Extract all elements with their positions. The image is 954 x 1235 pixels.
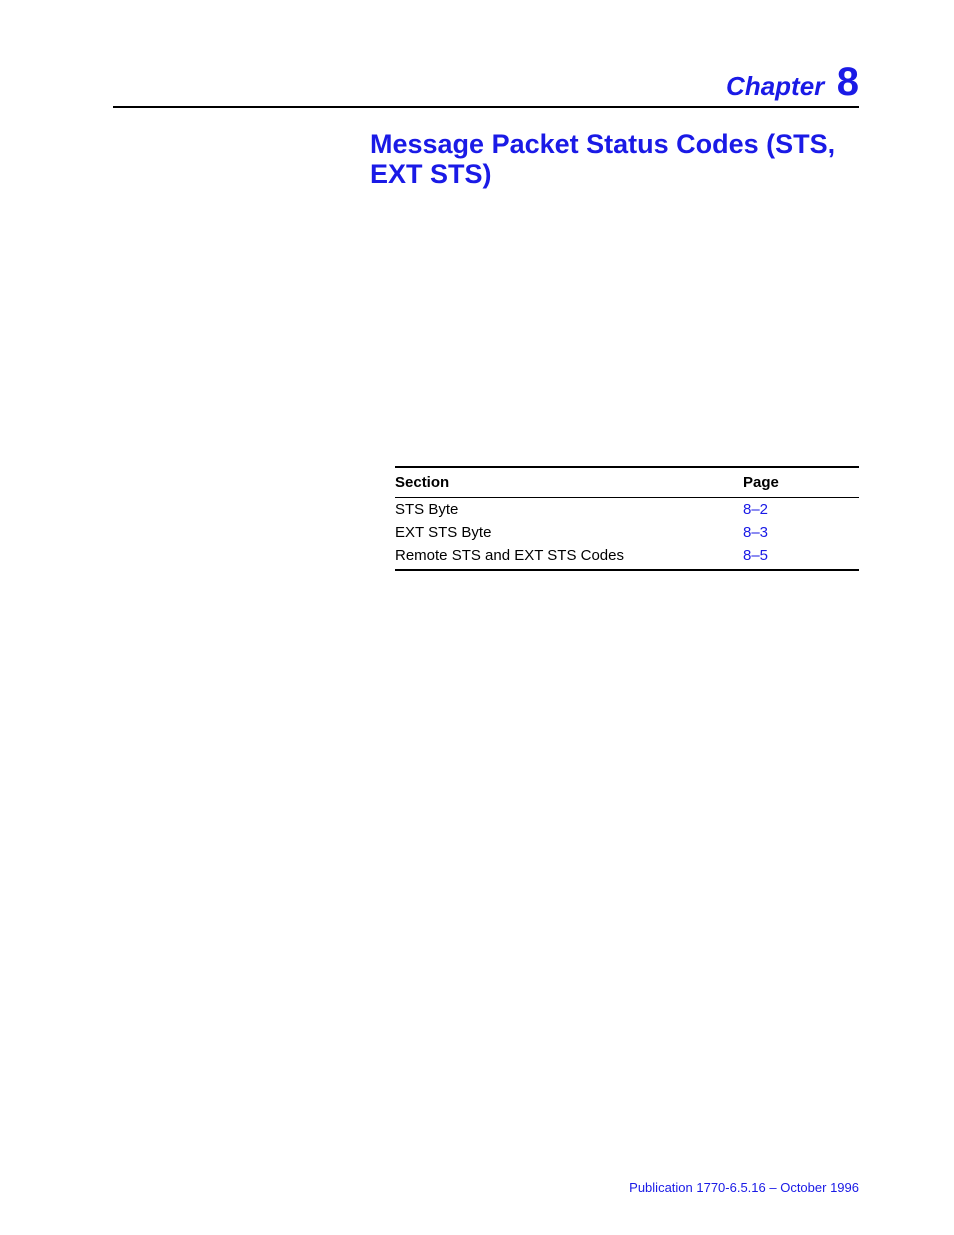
page-title: Message Packet Status Codes (STS, EXT ST… [370, 130, 859, 189]
toc-page-link[interactable]: 8–2 [743, 498, 859, 522]
horizontal-rule [113, 106, 859, 108]
table-row: Remote STS and EXT STS Codes 8–5 [395, 544, 859, 570]
toc-section: STS Byte [395, 498, 743, 522]
table-row: EXT STS Byte 8–3 [395, 521, 859, 544]
table-row: STS Byte 8–2 [395, 498, 859, 522]
table-of-contents: Section Page STS Byte 8–2 EXT STS Byte 8… [395, 466, 859, 571]
toc-table: Section Page STS Byte 8–2 EXT STS Byte 8… [395, 466, 859, 571]
chapter-heading: Chapter 8 [726, 60, 859, 105]
toc-header-page: Page [743, 467, 859, 498]
toc-section: Remote STS and EXT STS Codes [395, 544, 743, 570]
publication-footer: Publication 1770-6.5.16 – October 1996 [629, 1180, 859, 1195]
document-page: Chapter 8 Message Packet Status Codes (S… [0, 0, 954, 1235]
toc-page-link[interactable]: 8–5 [743, 544, 859, 570]
chapter-number: 8 [837, 60, 859, 104]
toc-header-row: Section Page [395, 467, 859, 498]
toc-section: EXT STS Byte [395, 521, 743, 544]
toc-header-section: Section [395, 467, 743, 498]
toc-page-link[interactable]: 8–3 [743, 521, 859, 544]
chapter-label: Chapter [726, 71, 824, 101]
